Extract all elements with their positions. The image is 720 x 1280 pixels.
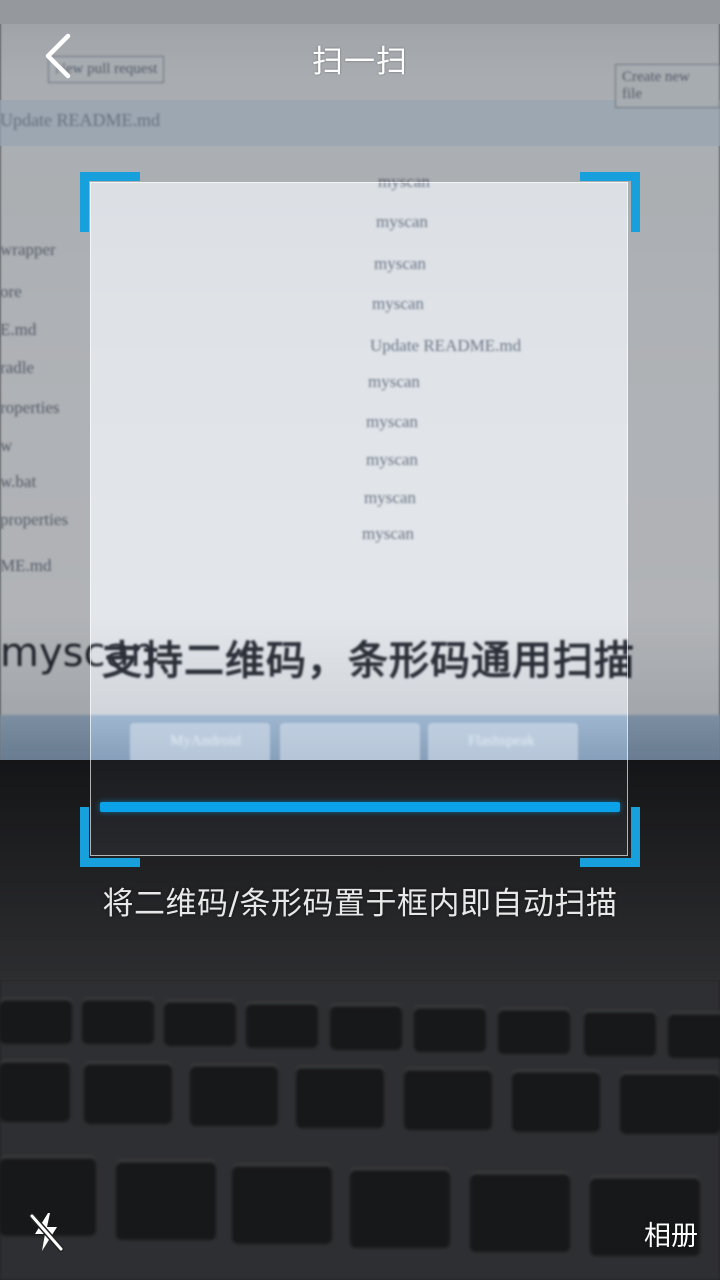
header-bar: 扫一扫 — [0, 0, 720, 112]
scan-window — [90, 182, 628, 856]
scan-corner-top-right — [580, 172, 640, 232]
scan-corner-bottom-left — [80, 807, 140, 867]
page-title: 扫一扫 — [312, 44, 408, 80]
scan-corner-bottom-right — [580, 807, 640, 867]
scan-mask-left — [0, 182, 90, 856]
flash-toggle-button[interactable] — [20, 1206, 72, 1258]
flash-off-icon — [29, 1213, 64, 1252]
scan-corner-top-left — [80, 172, 140, 232]
scan-hint: 将二维码/条形码置于框内即自动扫描 — [102, 886, 618, 922]
scan-line — [100, 802, 620, 812]
album-button[interactable]: 相册 — [644, 1214, 698, 1253]
scan-mask-right — [628, 182, 720, 856]
